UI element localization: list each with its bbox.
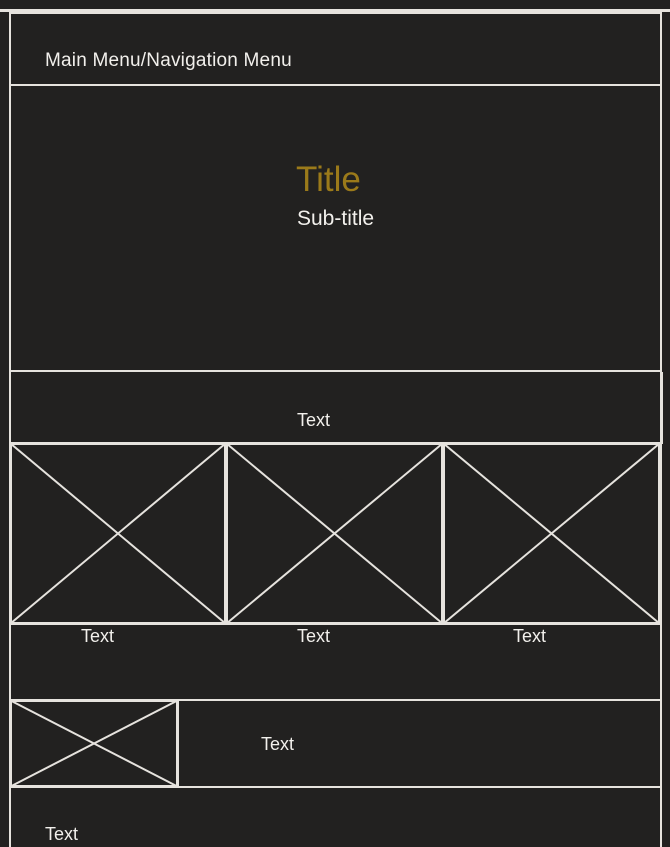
main-navigation[interactable] xyxy=(9,12,662,86)
image-placeholder-icon xyxy=(225,442,444,625)
text-band xyxy=(9,372,663,444)
image-placeholder-icon xyxy=(9,699,179,788)
footer-text: Text xyxy=(45,824,79,844)
page-title: Title xyxy=(296,160,361,199)
nav-menu-label[interactable]: Main Menu/Navigation Menu xyxy=(45,50,292,72)
gallery-image-3[interactable] xyxy=(442,442,661,625)
image-placeholder-icon xyxy=(9,442,227,625)
band-text: Text xyxy=(297,410,331,430)
page-subtitle: Sub-title xyxy=(297,207,375,230)
image-placeholder-icon xyxy=(442,442,661,625)
gallery-caption-3: Text xyxy=(513,626,547,646)
gallery-caption-2: Text xyxy=(297,626,331,646)
media-text: Text xyxy=(261,734,295,754)
gallery-caption-1: Text xyxy=(81,626,115,646)
media-image[interactable] xyxy=(9,699,179,788)
gallery-image-2[interactable] xyxy=(225,442,444,625)
gallery-image-1[interactable] xyxy=(9,442,227,625)
